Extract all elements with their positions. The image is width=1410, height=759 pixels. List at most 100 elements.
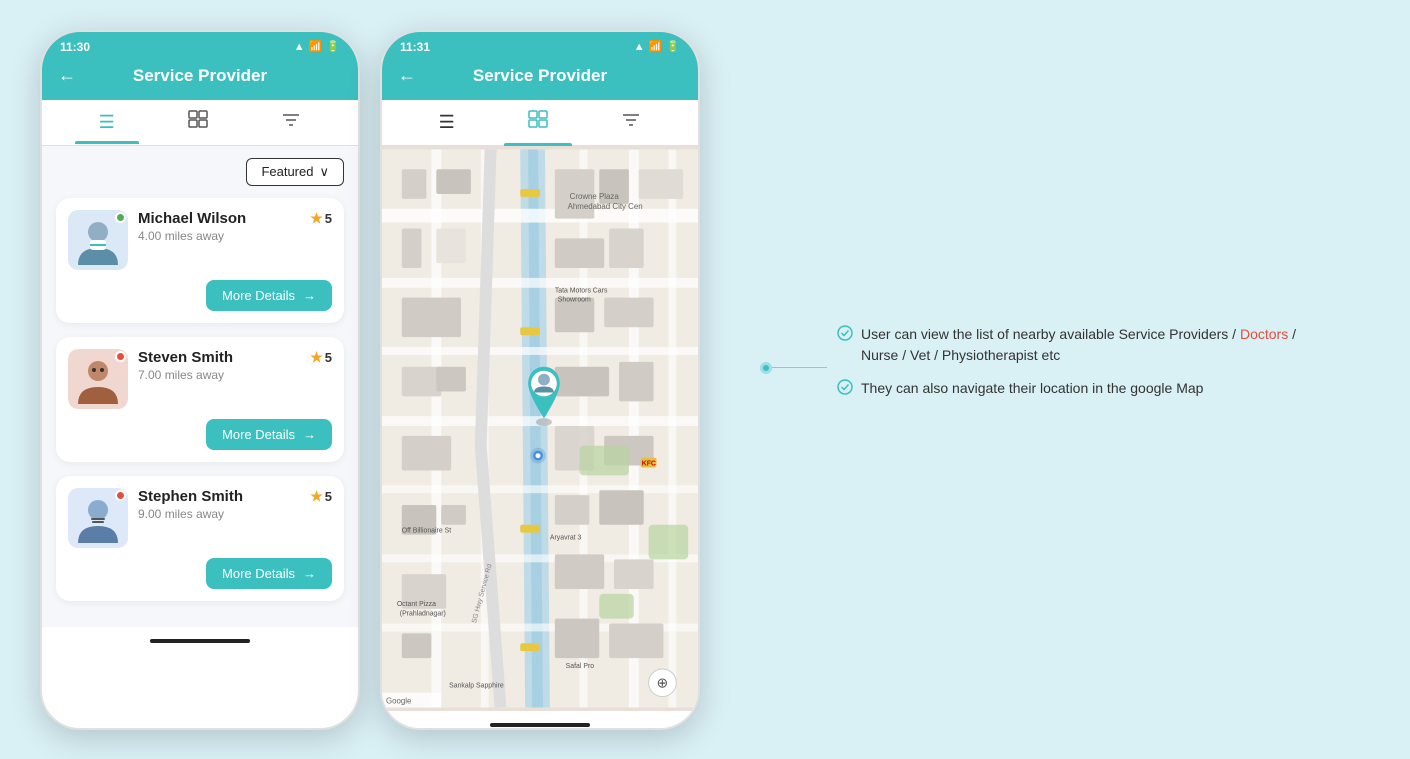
featured-dropdown[interactable]: Featured ∨ [246, 158, 344, 186]
status-bar-right: 11:31 ▲ 📶 🔋 [382, 32, 698, 58]
list-content: Featured ∨ Michael Wilson [42, 146, 358, 627]
featured-label: Featured [261, 164, 313, 179]
featured-row: Featured ∨ [56, 158, 344, 186]
wifi-icon: 📶 [309, 40, 323, 53]
provider-info-3: Stephen Smith 9.00 miles away [138, 488, 300, 521]
rating-1: ★ 5 [310, 210, 332, 227]
filter-icon-right [621, 110, 641, 135]
provider-top-1: Michael Wilson 4.00 miles away ★ 5 [68, 210, 332, 270]
tab-bar-left: ☰ [42, 100, 358, 146]
avatar-2 [68, 349, 128, 409]
provider-distance-3: 9.00 miles away [138, 507, 300, 521]
svg-text:Safal Pro: Safal Pro [566, 662, 595, 669]
provider-top-2: Steven Smith 7.00 miles away ★ 5 [68, 349, 332, 409]
provider-name-2: Steven Smith [138, 349, 300, 366]
tab-bar-right: ☰ [382, 100, 698, 146]
arrow-right-icon-1: → [303, 288, 316, 303]
avatar-1 [68, 210, 128, 270]
provider-info-1: Michael Wilson 4.00 miles away [138, 210, 300, 243]
provider-card-2: Steven Smith 7.00 miles away ★ 5 More De… [56, 337, 344, 462]
tab-list-left[interactable]: ☰ [75, 102, 139, 143]
back-button-right[interactable]: ← [398, 65, 416, 86]
svg-text:Off Billionaire St: Off Billionaire St [402, 527, 451, 534]
more-details-btn-3[interactable]: More Details → [206, 558, 332, 589]
map-svg: Crowne Plaza Ahmedabad City Cen Tata Mot… [382, 146, 698, 711]
app-header-right: ← Service Provider [382, 58, 698, 100]
svg-text:Octant Pizza: Octant Pizza [397, 600, 436, 607]
provider-top-3: Stephen Smith 9.00 miles away ★ 5 [68, 488, 332, 548]
provider-info-2: Steven Smith 7.00 miles away [138, 349, 300, 382]
chevron-down-icon: ∨ [319, 164, 329, 180]
page-title-left: Service Provider [133, 66, 267, 86]
grid-icon-right [528, 110, 548, 135]
doctors-label: Doctors [1240, 326, 1288, 342]
rating-value-2: 5 [325, 350, 332, 365]
tab-grid-right[interactable] [504, 100, 572, 145]
home-indicator-right [490, 723, 590, 727]
provider-name-3: Stephen Smith [138, 488, 300, 505]
check-icon-1 [837, 325, 853, 345]
arrow-right-icon-3: → [303, 566, 316, 581]
svg-text:Showroom: Showroom [558, 296, 591, 303]
provider-distance-2: 7.00 miles away [138, 368, 300, 382]
provider-distance-1: 4.00 miles away [138, 229, 300, 243]
status-dot-1 [115, 212, 126, 223]
status-bar-left: 11:30 ▲ 📶 🔋 [42, 32, 358, 58]
grid-icon-left [188, 110, 208, 135]
tab-filter-right[interactable] [597, 100, 665, 145]
location-icon-r: ▲ [634, 41, 645, 53]
status-dot-3 [115, 490, 126, 501]
svg-text:KFC: KFC [642, 460, 656, 467]
connector-area: User can view the list of nearby availab… [760, 324, 1330, 411]
arrow-right-icon-2: → [303, 427, 316, 442]
provider-card-1: Michael Wilson 4.00 miles away ★ 5 More … [56, 198, 344, 323]
more-details-btn-1[interactable]: More Details → [206, 280, 332, 311]
home-indicator-left [150, 639, 250, 643]
star-icon-3: ★ [310, 488, 323, 505]
filter-icon-left [281, 110, 301, 135]
time-left: 11:30 [60, 40, 90, 54]
info-text-1: User can view the list of nearby availab… [861, 324, 1296, 366]
svg-text:Google: Google [386, 696, 412, 705]
provider-name-1: Michael Wilson [138, 210, 300, 227]
avatar-3 [68, 488, 128, 548]
home-bar-left [42, 627, 358, 655]
rating-value-3: 5 [325, 489, 332, 504]
info-bullet-1: User can view the list of nearby availab… [837, 324, 1296, 366]
location-icon: ▲ [294, 41, 305, 53]
svg-text:⊕: ⊕ [657, 674, 669, 690]
back-button-left[interactable]: ← [58, 65, 76, 86]
page-title-right: Service Provider [473, 66, 607, 86]
info-bullet-2: They can also navigate their location in… [837, 378, 1296, 399]
svg-text:Tata Motors Cars: Tata Motors Cars [555, 287, 608, 294]
more-details-label-3: More Details [222, 566, 295, 581]
svg-text:Aryavrat 3: Aryavrat 3 [550, 534, 582, 541]
phone-left: 11:30 ▲ 📶 🔋 ← Service Provider ☰ [40, 30, 360, 730]
connector-line [772, 367, 827, 369]
rating-2: ★ 5 [310, 349, 332, 366]
map-view[interactable]: Crowne Plaza Ahmedabad City Cen Tata Mot… [382, 146, 698, 711]
phone-right: 11:31 ▲ 📶 🔋 ← Service Provider ☰ [380, 30, 700, 730]
more-details-label-1: More Details [222, 288, 295, 303]
info-panel: User can view the list of nearby availab… [720, 304, 1370, 455]
more-details-btn-2[interactable]: More Details → [206, 419, 332, 450]
battery-icon-r: 🔋 [666, 40, 680, 53]
info-text-2: They can also navigate their location in… [861, 378, 1203, 399]
svg-text:Crowne Plaza: Crowne Plaza [570, 191, 620, 200]
status-icons-right: ▲ 📶 🔋 [634, 40, 680, 53]
time-right: 11:31 [400, 40, 430, 54]
wifi-icon-r: 📶 [649, 40, 663, 53]
star-icon-1: ★ [310, 210, 323, 227]
provider-card-3: Stephen Smith 9.00 miles away ★ 5 More D… [56, 476, 344, 601]
tab-grid-left[interactable] [164, 100, 232, 145]
status-icons-left: ▲ 📶 🔋 [294, 40, 340, 53]
more-details-label-2: More Details [222, 427, 295, 442]
status-dot-2 [115, 351, 126, 362]
home-bar-right [382, 711, 698, 730]
star-icon-2: ★ [310, 349, 323, 366]
check-icon-2 [837, 379, 853, 399]
tab-filter-left[interactable] [257, 100, 325, 145]
tab-list-right[interactable]: ☰ [415, 102, 479, 143]
app-header-left: ← Service Provider [42, 58, 358, 100]
rating-3: ★ 5 [310, 488, 332, 505]
